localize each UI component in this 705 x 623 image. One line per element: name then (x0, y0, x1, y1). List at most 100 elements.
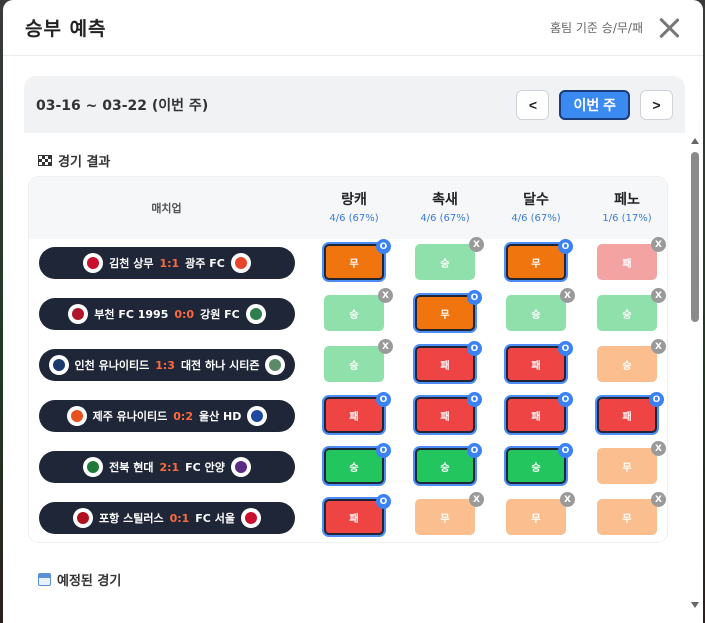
prediction-cell[interactable]: 무 O (324, 239, 391, 280)
home-team-logo-icon (83, 457, 104, 477)
prediction-label: 패 (349, 411, 359, 423)
prediction-label: 승 (531, 462, 541, 474)
prediction-cell[interactable]: 승 O (415, 443, 482, 484)
prediction-cell[interactable]: 승 O (324, 443, 391, 484)
scrollbar[interactable] (689, 138, 701, 608)
home-team-name: 김천 상무 (109, 257, 154, 270)
user-header: 랑캐 4/6 (67%) (314, 189, 394, 224)
home-team-logo-icon (68, 304, 89, 324)
prediction-label: 무 (531, 513, 541, 525)
week-bar: 03-16 ~ 03-22 (이번 주) < 이번 주 > (24, 76, 685, 133)
prediction-cell[interactable]: 패 O (415, 392, 482, 433)
correct-badge: O (558, 443, 573, 458)
prediction-label: 패 (622, 258, 632, 270)
prediction-cell[interactable]: 승 X (324, 339, 393, 382)
prediction-label: 패 (531, 360, 541, 372)
user-name: 달수 (523, 192, 549, 208)
scroll-thumb[interactable] (691, 152, 699, 322)
match-row: 전북 현대 2:1 FC 안양 승 O 승 O 승 O 무 X (29, 441, 667, 494)
modal-title: 승부 예측 (25, 18, 107, 40)
wrong-badge: X (651, 288, 666, 303)
prediction-cell[interactable]: 패 O (597, 392, 664, 433)
correct-badge: O (467, 392, 482, 407)
prediction-cell[interactable]: 패 O (415, 341, 482, 382)
scroll-up-arrow-icon[interactable] (691, 138, 699, 144)
prediction-label: 패 (622, 411, 632, 423)
prediction-label: 패 (349, 513, 359, 525)
prediction-label: 승 (349, 462, 359, 474)
user-accuracy: 1/6 (17%) (602, 213, 652, 224)
prediction-cell[interactable]: 무 X (506, 492, 575, 535)
calendar-icon (38, 573, 51, 586)
match-score: 0:0 (174, 307, 195, 321)
prediction-label: 무 (622, 462, 632, 474)
away-team-logo-icon (240, 508, 261, 528)
scroll-down-arrow-icon[interactable] (691, 602, 699, 608)
correct-badge: O (467, 443, 482, 458)
away-team-name: 대전 하나 시티즌 (180, 359, 260, 372)
correct-badge: O (558, 239, 573, 254)
prev-week-button[interactable]: < (516, 89, 550, 120)
prediction-cell[interactable]: 무 O (506, 239, 573, 280)
away-team-logo-icon (230, 253, 251, 273)
user-name: 촉새 (432, 192, 458, 208)
match-score: 0:2 (173, 409, 193, 423)
prediction-cell[interactable]: 패 O (506, 341, 573, 382)
correct-badge: O (467, 290, 482, 305)
prediction-cell[interactable]: 승 X (415, 237, 484, 280)
prediction-cell[interactable]: 승 X (597, 288, 666, 331)
away-team-name: 강원 FC (200, 308, 240, 321)
close-icon[interactable] (657, 16, 681, 40)
matchup-pill: 포항 스틸러스 0:1 FC 서울 (39, 502, 295, 534)
correct-badge: O (649, 392, 664, 407)
user-name: 페노 (614, 192, 640, 208)
prediction-label: 승 (440, 258, 450, 270)
prediction-cell[interactable]: 패 O (324, 392, 391, 433)
checkered-flag-icon (38, 155, 52, 166)
match-score: 1:3 (155, 358, 175, 372)
prediction-cell[interactable]: 승 X (597, 339, 666, 382)
prediction-cell[interactable]: 패 O (324, 494, 391, 535)
scroll-area[interactable]: 경기 결과 매치업 랑캐 4/6 (67%) 촉새 4/6 (67%) 달수 4/6… (24, 133, 685, 623)
prediction-cell[interactable]: 패 O (506, 392, 573, 433)
prediction-cell[interactable]: 승 O (506, 443, 573, 484)
prediction-label: 무 (349, 258, 359, 270)
match-score: 0:1 (169, 511, 190, 525)
match-score: 2:1 (159, 460, 180, 474)
current-week-button[interactable]: 이번 주 (559, 89, 630, 120)
prediction-label: 패 (440, 360, 450, 372)
away-team-name: 울산 HD (198, 410, 242, 423)
wrong-badge: X (469, 237, 484, 252)
correct-badge: O (467, 341, 482, 356)
modal-header: 승부 예측 홈팀 기준 승/무/패 (3, 0, 703, 56)
away-team-name: 광주 FC (185, 257, 225, 270)
next-week-button[interactable]: > (640, 89, 673, 120)
wrong-badge: X (651, 441, 666, 456)
prediction-label: 무 (440, 309, 450, 321)
wrong-badge: X (378, 288, 393, 303)
prediction-cell[interactable]: 무 X (415, 492, 484, 535)
prediction-label: 승 (349, 309, 359, 321)
home-team-name: 포항 스틸러스 (99, 512, 164, 525)
prediction-cell[interactable]: 패 X (597, 237, 666, 280)
wrong-badge: X (651, 339, 666, 354)
results-table: 매치업 랑캐 4/6 (67%) 촉새 4/6 (67%) 달수 4/6 (67%)… (29, 177, 667, 542)
table-header: 매치업 랑캐 4/6 (67%) 촉새 4/6 (67%) 달수 4/6 (67%)… (29, 177, 667, 239)
prediction-cell[interactable]: 무 X (597, 492, 666, 535)
prediction-cell[interactable]: 무 X (597, 441, 666, 484)
prediction-cell[interactable]: 승 X (506, 288, 575, 331)
results-section-title: 경기 결과 (38, 151, 110, 170)
prediction-cell[interactable]: 무 O (415, 290, 482, 331)
prediction-label: 승 (622, 360, 632, 372)
correct-badge: O (376, 494, 391, 509)
match-score: 1:1 (159, 256, 180, 270)
user-header: 달수 4/6 (67%) (496, 189, 576, 224)
home-team-name: 부천 FC 1995 (94, 308, 169, 321)
user-name: 랑캐 (341, 192, 367, 208)
prediction-cell[interactable]: 승 X (324, 288, 393, 331)
prediction-label: 승 (531, 309, 541, 321)
matchup-pill: 제주 유나이티드 0:2 울산 HD (39, 400, 295, 432)
away-team-logo-icon (265, 355, 286, 375)
prediction-label: 무 (531, 258, 541, 270)
results-title-text: 경기 결과 (58, 155, 111, 170)
